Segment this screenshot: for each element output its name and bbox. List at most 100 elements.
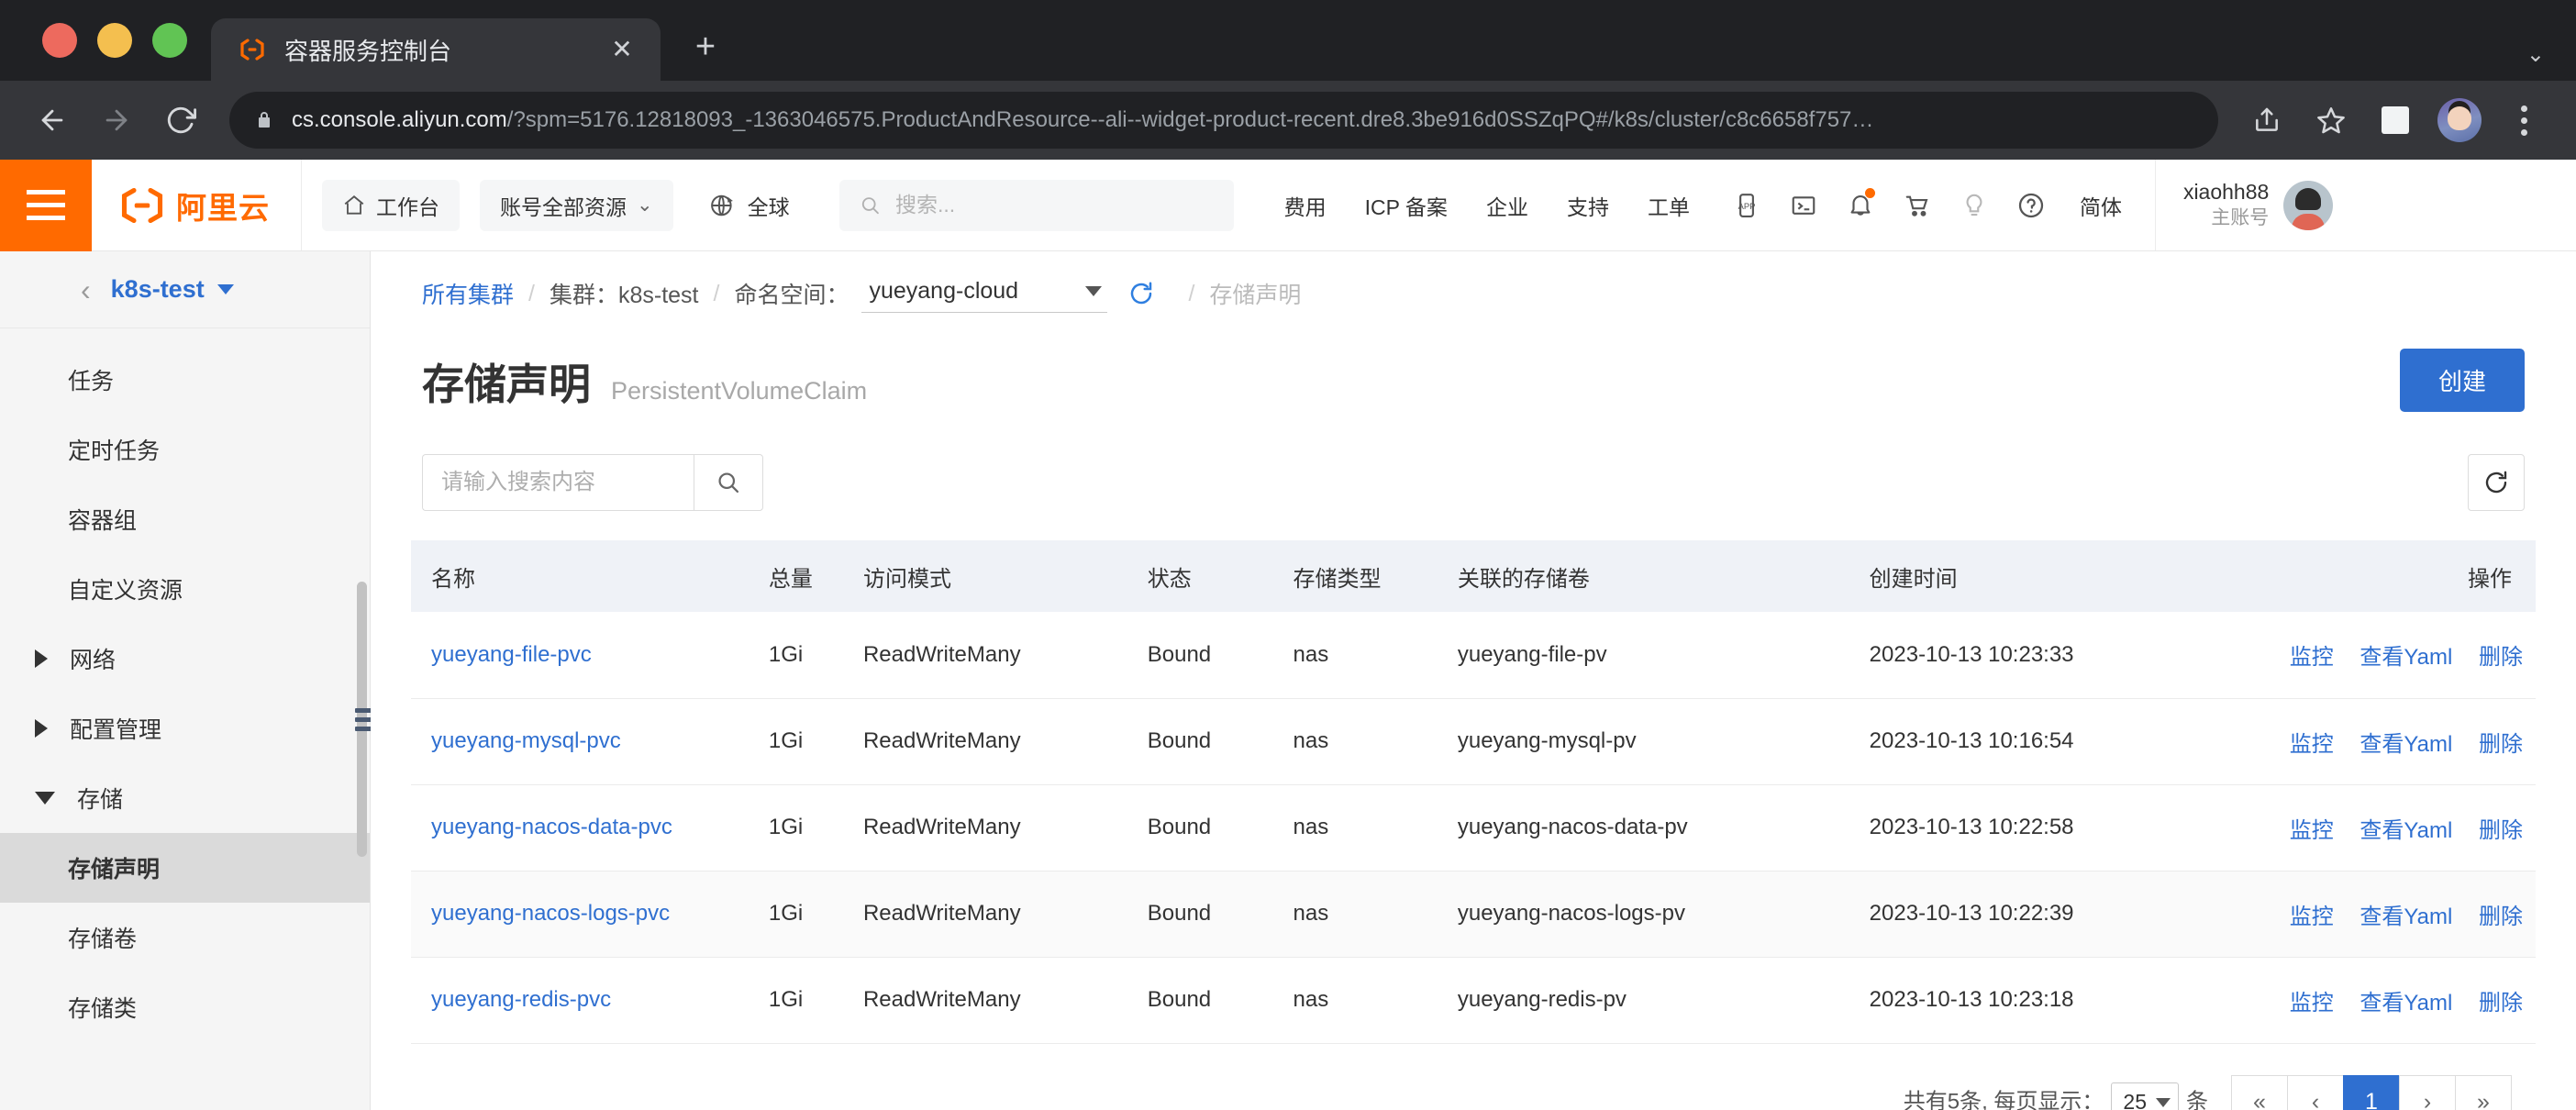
col-volume: 关联的存储卷 xyxy=(1444,540,1857,612)
help-icon[interactable] xyxy=(2004,179,2058,232)
bell-icon[interactable] xyxy=(1834,179,1887,232)
op-monitor[interactable]: 监控 xyxy=(2290,818,2334,843)
nav-enterprise[interactable]: 企业 xyxy=(1467,190,1548,221)
sidebar-item-jobs[interactable]: 任务 xyxy=(0,345,370,415)
refresh-button[interactable] xyxy=(2468,454,2525,511)
nav-fees[interactable]: 费用 xyxy=(1265,190,1346,221)
cell-capacity: 1Gi xyxy=(755,957,850,1044)
sidebar-header: ‹ k8s-test xyxy=(0,251,370,328)
op-view-yaml[interactable]: 查看Yaml xyxy=(2359,991,2452,1016)
page-size-select[interactable]: 25 xyxy=(2111,1082,2179,1110)
share-icon[interactable] xyxy=(2238,92,2295,149)
sidebar-group-config[interactable]: 配置管理 xyxy=(0,694,370,763)
table-row[interactable]: yueyang-file-pvc 1Gi ReadWriteMany Bound… xyxy=(411,612,2536,699)
op-monitor[interactable]: 监控 xyxy=(2290,645,2334,670)
sidebar-item-pods[interactable]: 容器组 xyxy=(0,484,370,554)
table-row[interactable]: yueyang-redis-pvc 1Gi ReadWriteMany Boun… xyxy=(411,957,2536,1044)
sidebar-item-pv[interactable]: 存储卷 xyxy=(0,903,370,972)
pvc-link[interactable]: yueyang-nacos-data-pvc xyxy=(431,815,672,839)
close-tab-button[interactable]: ✕ xyxy=(604,37,640,62)
op-delete[interactable]: 删除 xyxy=(2479,732,2523,757)
forward-icon[interactable] xyxy=(88,92,145,149)
nav-icp[interactable]: ICP 备案 xyxy=(1346,190,1467,221)
op-view-yaml[interactable]: 查看Yaml xyxy=(2359,818,2452,843)
page-last-button[interactable]: » xyxy=(2455,1074,2512,1110)
nav-tickets[interactable]: 工单 xyxy=(1628,190,1709,221)
op-monitor[interactable]: 监控 xyxy=(2290,991,2334,1016)
page-first-button[interactable]: « xyxy=(2231,1074,2288,1110)
table-row[interactable]: yueyang-nacos-data-pvc 1Gi ReadWriteMany… xyxy=(411,784,2536,871)
create-button[interactable]: 创建 xyxy=(2399,349,2525,412)
sidebar-cluster-selector[interactable]: k8s-test xyxy=(111,275,234,304)
search-input[interactable] xyxy=(422,454,694,511)
reload-icon[interactable] xyxy=(152,92,209,149)
page-prev-button[interactable]: ‹ xyxy=(2287,1074,2344,1110)
star-icon[interactable] xyxy=(2303,92,2359,149)
sidebar-item-label: 存储类 xyxy=(68,996,138,1022)
sidebar-item-storage-class[interactable]: 存储类 xyxy=(0,972,370,1042)
browser-tab[interactable]: 容器服务控制台 ✕ xyxy=(211,18,661,81)
op-view-yaml[interactable]: 查看Yaml xyxy=(2359,732,2452,757)
col-ops: 操作 xyxy=(2256,540,2536,612)
side-panel-icon[interactable] xyxy=(2367,92,2424,149)
resources-dropdown[interactable]: 账号全部资源 ⌄ xyxy=(480,179,673,231)
table-row[interactable]: yueyang-nacos-logs-pvc 1Gi ReadWriteMany… xyxy=(411,871,2536,958)
op-delete[interactable]: 删除 xyxy=(2479,818,2523,843)
op-view-yaml[interactable]: 查看Yaml xyxy=(2359,905,2452,929)
cell-volume: yueyang-nacos-logs-pv xyxy=(1444,871,1857,958)
global-search[interactable] xyxy=(838,179,1234,231)
col-status: 状态 xyxy=(1134,540,1281,612)
nav-support[interactable]: 支持 xyxy=(1548,190,1628,221)
breadcrumb-refresh-icon[interactable] xyxy=(1127,280,1155,307)
language-switch[interactable]: 简体 xyxy=(2061,190,2140,221)
kebab-menu-icon[interactable] xyxy=(2495,92,2552,149)
workbench-label: 工作台 xyxy=(376,194,439,219)
op-delete[interactable]: 删除 xyxy=(2479,645,2523,670)
close-window-button[interactable] xyxy=(42,23,77,58)
pvc-link[interactable]: yueyang-nacos-logs-pvc xyxy=(431,901,670,926)
op-view-yaml[interactable]: 查看Yaml xyxy=(2359,645,2452,670)
pvc-link[interactable]: yueyang-redis-pvc xyxy=(431,987,611,1012)
tab-list-chevron-icon[interactable]: ⌄ xyxy=(2526,41,2545,68)
op-delete[interactable]: 删除 xyxy=(2479,905,2523,929)
search-button[interactable] xyxy=(694,454,763,511)
cell-volume: yueyang-file-pv xyxy=(1444,612,1857,699)
pvc-link[interactable]: yueyang-file-pvc xyxy=(431,642,592,667)
sidebar-item-custom-resources[interactable]: 自定义资源 xyxy=(0,554,370,624)
sidebar-item-cronjobs[interactable]: 定时任务 xyxy=(0,415,370,484)
namespace-dropdown[interactable]: yueyang-cloud xyxy=(861,274,1108,313)
svg-text:APP: APP xyxy=(1738,201,1756,210)
back-icon[interactable] xyxy=(24,92,81,149)
pvc-link[interactable]: yueyang-mysql-pvc xyxy=(431,728,621,753)
op-monitor[interactable]: 监控 xyxy=(2290,732,2334,757)
app-icon[interactable]: APP xyxy=(1720,179,1773,232)
page-1-button[interactable]: 1 xyxy=(2343,1074,2400,1110)
minimize-window-button[interactable] xyxy=(97,23,132,58)
sidebar-group-network[interactable]: 网络 xyxy=(0,624,370,694)
aliyun-logo[interactable]: 阿里云 xyxy=(92,160,302,250)
pagination-total-suffix: 条 xyxy=(2186,1088,2208,1110)
table-row[interactable]: yueyang-mysql-pvc 1Gi ReadWriteMany Boun… xyxy=(411,698,2536,785)
main-content: 所有集群 / 集群：k8s-test / 命名空间： yueyang-cloud… xyxy=(371,251,2576,1110)
op-monitor[interactable]: 监控 xyxy=(2290,905,2334,929)
region-selector[interactable]: 全球 xyxy=(690,180,808,231)
terminal-icon[interactable] xyxy=(1777,179,1830,232)
global-search-input[interactable] xyxy=(894,193,1214,217)
sidebar-item-pvc[interactable]: 存储声明 xyxy=(0,833,370,903)
page-next-button[interactable]: › xyxy=(2399,1074,2456,1110)
new-tab-button[interactable]: + xyxy=(684,29,727,64)
workbench-button[interactable]: 工作台 xyxy=(322,179,460,231)
sidebar-group-storage[interactable]: 存储 xyxy=(0,763,370,833)
cart-icon[interactable] xyxy=(1891,179,1944,232)
bulb-icon[interactable] xyxy=(1948,179,2001,232)
sidebar-back-icon[interactable]: ‹ xyxy=(81,275,91,305)
breadcrumb-all-clusters[interactable]: 所有集群 xyxy=(422,277,514,310)
hamburger-menu-icon[interactable] xyxy=(0,159,92,251)
user-account[interactable]: xiaohh88 主账号 xyxy=(2154,160,2357,250)
sidebar-item-label: 任务 xyxy=(68,369,115,394)
address-bar[interactable]: cs.console.aliyun.com/?spm=5176.12818093… xyxy=(229,92,2218,149)
profile-avatar[interactable] xyxy=(2431,92,2488,149)
cell-status: Bound xyxy=(1134,698,1281,785)
maximize-window-button[interactable] xyxy=(152,23,187,58)
op-delete[interactable]: 删除 xyxy=(2479,991,2523,1016)
